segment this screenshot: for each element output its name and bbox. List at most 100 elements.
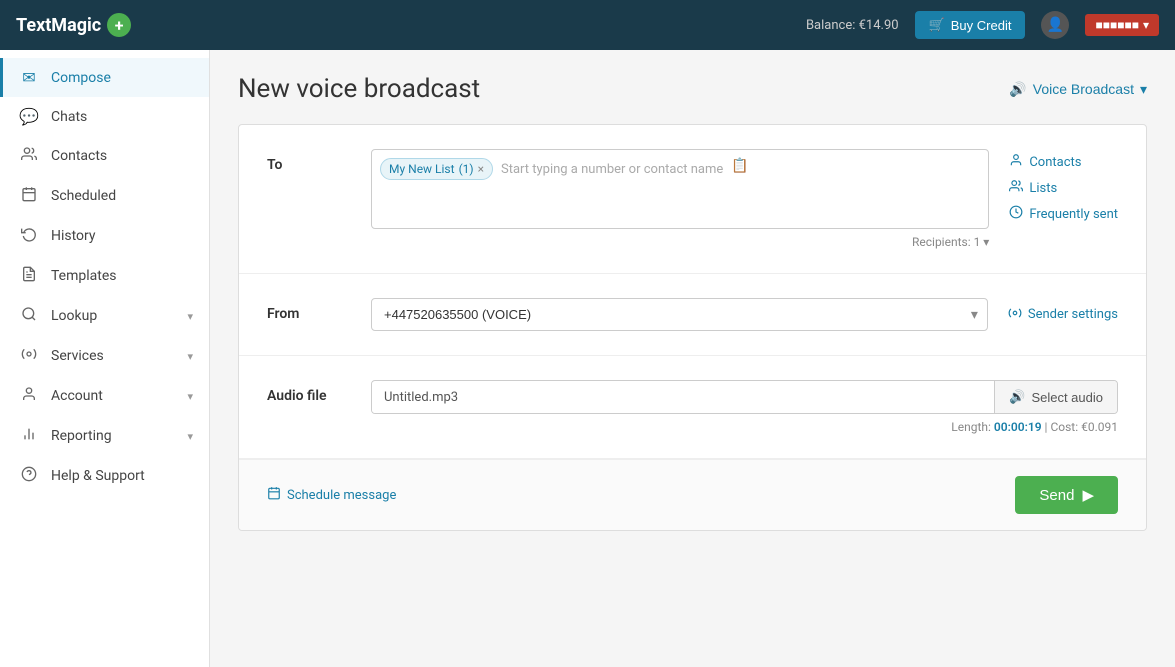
logo-plus-button[interactable]: +: [107, 13, 131, 37]
send-button[interactable]: Send ▶: [1015, 476, 1118, 514]
sidebar-history-label: History: [51, 228, 193, 244]
contacts-quick-link[interactable]: Contacts: [1009, 153, 1118, 171]
user-name-text: ■■■■■■: [1095, 18, 1139, 32]
help-icon: [19, 466, 39, 486]
gear-icon: [1008, 306, 1022, 324]
sidebar-help-label: Help & Support: [51, 468, 193, 484]
sidebar-item-contacts[interactable]: Contacts: [0, 136, 209, 176]
sidebar-item-chats[interactable]: 💬 Chats: [0, 97, 209, 136]
account-icon: [19, 386, 39, 406]
logo-area: TextMagic +: [16, 13, 806, 37]
send-arrow-icon: ▶: [1082, 486, 1094, 504]
tag-close-button[interactable]: ×: [478, 162, 484, 176]
top-navigation: TextMagic + Balance: €14.90 🛒 Buy Credit…: [0, 0, 1175, 50]
sidebar-compose-label: Compose: [51, 70, 193, 86]
from-label: From: [267, 298, 347, 322]
lists-quick-link[interactable]: Lists: [1009, 179, 1118, 197]
sidebar-services-label: Services: [51, 348, 175, 364]
to-section: To My New List (1) × Start typing a numb…: [239, 125, 1146, 274]
schedule-message-link[interactable]: Schedule message: [267, 486, 396, 504]
sidebar-item-services[interactable]: Services ▾: [0, 336, 209, 376]
sender-settings-link[interactable]: Sender settings: [1008, 306, 1118, 324]
buy-credit-label: Buy Credit: [951, 18, 1012, 33]
from-select-wrapper: +447520635500 (VOICE): [371, 298, 988, 331]
contacts-link-label: Contacts: [1029, 155, 1081, 170]
audio-filename: Untitled.mp3: [372, 382, 994, 413]
chats-icon: 💬: [19, 107, 39, 126]
sidebar-templates-label: Templates: [51, 268, 193, 284]
audio-label: Audio file: [267, 380, 347, 404]
balance-display: Balance: €14.90: [806, 18, 899, 33]
tag-count: (1): [459, 162, 474, 176]
to-input-area[interactable]: My New List (1) × Start typing a number …: [371, 149, 989, 229]
voice-broadcast-label: Voice Broadcast: [1033, 81, 1134, 97]
meta-separator: |: [1045, 420, 1048, 434]
recipients-count[interactable]: Recipients: 1 ▾: [371, 235, 989, 249]
contacts-import-icon: 📋: [731, 158, 748, 174]
services-icon: [19, 346, 39, 366]
select-audio-label: Select audio: [1031, 390, 1103, 405]
sidebar-item-history[interactable]: History: [0, 216, 209, 256]
sidebar-item-lookup[interactable]: Lookup ▾: [0, 296, 209, 336]
compose-form-card: To My New List (1) × Start typing a numb…: [238, 124, 1147, 531]
cost-label: Cost: €0.091: [1050, 420, 1118, 434]
lookup-icon: [19, 306, 39, 326]
sidebar-item-templates[interactable]: Templates: [0, 256, 209, 296]
history-icon: [19, 226, 39, 246]
user-avatar-icon: 👤: [1041, 11, 1069, 39]
sidebar-lookup-label: Lookup: [51, 308, 175, 324]
buy-credit-button[interactable]: 🛒 Buy Credit: [915, 11, 1026, 39]
contacts-icon: [19, 146, 39, 166]
audio-field: Untitled.mp3 🔊 Select audio Length: 00:0…: [371, 380, 1118, 434]
sidebar-item-scheduled[interactable]: Scheduled: [0, 176, 209, 216]
to-field: My New List (1) × Start typing a number …: [371, 149, 1118, 249]
reporting-chevron-icon: ▾: [187, 430, 193, 443]
contacts-link-icon: [1009, 153, 1023, 171]
sidebar: ✉ Compose 💬 Chats Contacts Scheduled: [0, 50, 210, 667]
main-layout: ✉ Compose 💬 Chats Contacts Scheduled: [0, 50, 1175, 667]
templates-icon: [19, 266, 39, 286]
sidebar-contacts-label: Contacts: [51, 148, 193, 164]
cart-icon: 🛒: [929, 17, 945, 33]
sidebar-item-help[interactable]: Help & Support: [0, 456, 209, 496]
speaker-icon: 🔊: [1009, 81, 1026, 98]
sidebar-item-account[interactable]: Account ▾: [0, 376, 209, 416]
sidebar-item-reporting[interactable]: Reporting ▾: [0, 416, 209, 456]
compose-icon: ✉: [19, 68, 39, 87]
to-quick-links: Contacts Lists: [1009, 149, 1118, 223]
user-name-dropdown[interactable]: ■■■■■■ ▾: [1085, 14, 1159, 36]
sender-settings-label: Sender settings: [1028, 307, 1118, 322]
voice-broadcast-dropdown-button[interactable]: 🔊 Voice Broadcast ▾: [1009, 81, 1147, 98]
sidebar-scheduled-label: Scheduled: [51, 188, 193, 204]
schedule-message-label: Schedule message: [287, 488, 396, 503]
from-section: From +447520635500 (VOICE) Sender: [239, 274, 1146, 356]
reporting-icon: [19, 426, 39, 446]
sidebar-chats-label: Chats: [51, 109, 193, 125]
topnav-right: Balance: €14.90 🛒 Buy Credit 👤 ■■■■■■ ▾: [806, 11, 1159, 39]
person-icon: 👤: [1047, 17, 1064, 33]
lookup-chevron-icon: ▾: [187, 310, 193, 323]
to-row: My New List (1) × Start typing a number …: [371, 149, 1118, 249]
from-phone-select[interactable]: +447520635500 (VOICE): [371, 298, 988, 331]
frequently-sent-quick-link[interactable]: Frequently sent: [1009, 205, 1118, 223]
audio-section: Audio file Untitled.mp3 🔊 Select audio L…: [239, 356, 1146, 459]
to-label: To: [267, 149, 347, 173]
clock-icon: [1009, 205, 1023, 223]
recipient-tag: My New List (1) ×: [380, 158, 493, 180]
from-row: +447520635500 (VOICE) Sender settings: [371, 298, 1118, 331]
user-menu[interactable]: 👤: [1041, 11, 1069, 39]
to-input-placeholder: Start typing a number or contact name: [499, 158, 725, 181]
form-footer: Schedule message Send ▶: [239, 459, 1146, 530]
chevron-down-icon: ▾: [1143, 18, 1149, 32]
scheduled-icon: [19, 186, 39, 206]
sidebar-account-label: Account: [51, 388, 175, 404]
page-header: New voice broadcast 🔊 Voice Broadcast ▾: [238, 74, 1147, 104]
sidebar-item-compose[interactable]: ✉ Compose: [0, 58, 209, 97]
speaker-small-icon: 🔊: [1009, 389, 1025, 405]
from-field: +447520635500 (VOICE) Sender settings: [371, 298, 1118, 331]
sidebar-reporting-label: Reporting: [51, 428, 175, 444]
length-label: Length:: [951, 420, 991, 434]
send-label: Send: [1039, 487, 1074, 504]
select-audio-button[interactable]: 🔊 Select audio: [994, 381, 1117, 413]
length-value: 00:00:19: [994, 420, 1042, 434]
